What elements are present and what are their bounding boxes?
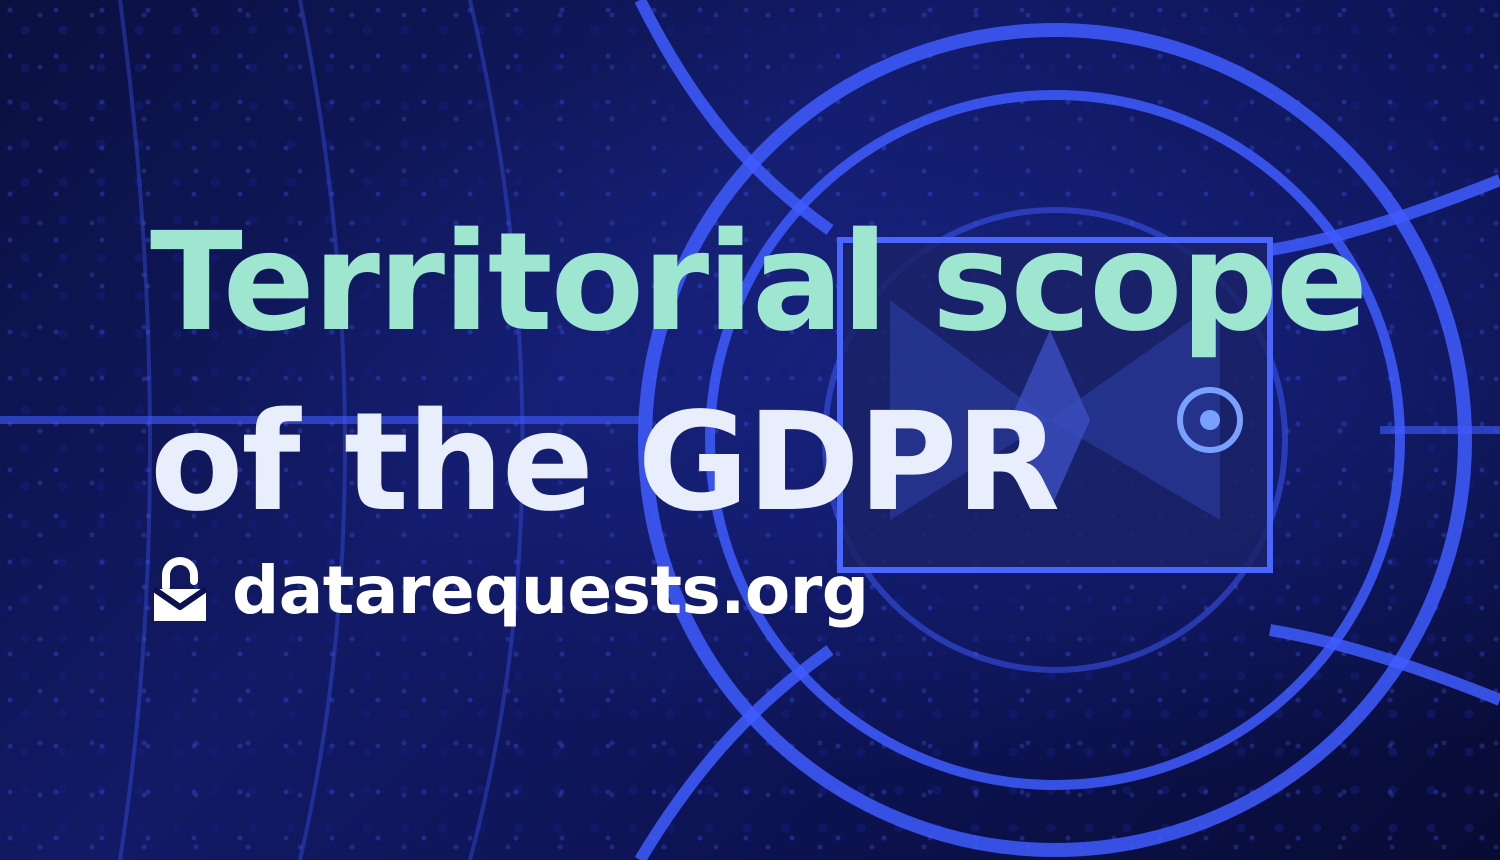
brand-logo: datarequests.org [150, 555, 869, 627]
title-line-1: Territorial scope [150, 204, 1368, 362]
brand-name: datarequests.org [232, 552, 869, 629]
lock-envelope-icon [152, 557, 208, 621]
banner-canvas: Territorial scope of the GDPR datareques… [0, 0, 1500, 860]
title-line-2: of the GDPR [150, 384, 1060, 542]
